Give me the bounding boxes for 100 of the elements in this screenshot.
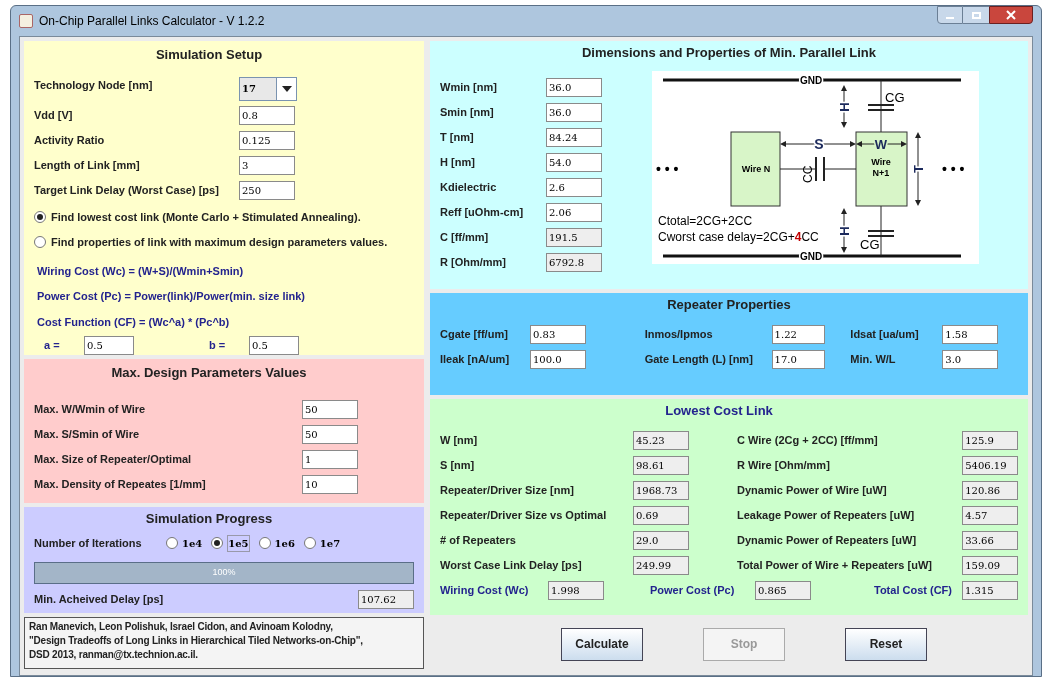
text-field[interactable]: 100.0 bbox=[530, 349, 586, 369]
text-field[interactable]: 1968.73 bbox=[633, 480, 689, 500]
text-field[interactable]: 50 bbox=[302, 424, 358, 444]
text-field[interactable]: 0.69 bbox=[633, 505, 689, 525]
text-field[interactable]: 107.62 bbox=[358, 589, 414, 609]
field-label: Cgate [ff/um] bbox=[440, 326, 509, 342]
text-field[interactable]: 0.83 bbox=[530, 324, 586, 344]
text-field[interactable]: 98.61 bbox=[633, 455, 689, 475]
text-field[interactable]: 36.0 bbox=[546, 77, 602, 97]
field-label: # of Repeaters bbox=[440, 532, 517, 548]
technology-node-dropdown[interactable]: 17 bbox=[239, 76, 297, 101]
radio-button[interactable] bbox=[303, 537, 316, 549]
text-field[interactable]: 33.66 bbox=[962, 530, 1018, 550]
panel-title: Max. Design Parameters Values bbox=[111, 364, 307, 382]
option-label[interactable]: 1e7 bbox=[319, 535, 341, 551]
text-field[interactable]: 3.0 bbox=[942, 349, 999, 369]
option-label[interactable]: 1e5 bbox=[227, 534, 250, 552]
text-field[interactable]: 1 bbox=[302, 449, 358, 469]
field-label: Target Link Delay (Worst Case) [ps] bbox=[34, 182, 220, 198]
field-label: Technology Node [nm] bbox=[34, 77, 154, 93]
field-label: Dynamic Power of Wire [uW] bbox=[737, 482, 888, 498]
text-field[interactable]: 159.09 bbox=[962, 555, 1018, 575]
minimize-button[interactable] bbox=[937, 6, 963, 24]
text-field[interactable]: 249.99 bbox=[633, 555, 689, 575]
text-field[interactable]: 29.0 bbox=[633, 530, 689, 550]
field-label: C Wire (2Cg + 2CC) [ff/mm] bbox=[737, 432, 879, 448]
panel-title: Repeater Properties bbox=[667, 296, 791, 314]
formula-text: Wiring Cost (Wc) = (W+S)/(Wmin+Smin) bbox=[37, 263, 245, 279]
w-label: W bbox=[874, 136, 888, 152]
option-label[interactable]: 1e4 bbox=[182, 535, 203, 551]
field-label: W [nm] bbox=[440, 432, 479, 448]
text-field[interactable]: 50 bbox=[302, 399, 358, 419]
ellipsis-dots: • • • bbox=[656, 160, 679, 177]
text-field[interactable]: 4.57 bbox=[962, 505, 1018, 525]
field-label: Max. Size of Repeater/Optimal bbox=[34, 451, 193, 467]
field-label: Activity Ratio bbox=[34, 132, 106, 148]
radio-button[interactable] bbox=[34, 210, 46, 223]
text-field[interactable]: 191.5 bbox=[546, 227, 602, 247]
text-field[interactable]: 0.5 bbox=[249, 336, 299, 355]
ellipsis-dots: • • • bbox=[942, 160, 965, 177]
text-field[interactable]: 0.5 bbox=[84, 336, 134, 355]
field-label: Min. W/L bbox=[850, 351, 897, 367]
radio-button[interactable] bbox=[34, 236, 46, 249]
text-field[interactable]: 1.998 bbox=[548, 580, 604, 600]
text-field[interactable]: 120.86 bbox=[962, 480, 1018, 500]
text-field[interactable]: 1.22 bbox=[771, 324, 826, 344]
text-field[interactable]: 2.6 bbox=[546, 177, 602, 197]
field-label: Max. Density of Repeates [1/mm] bbox=[34, 476, 207, 492]
radio-button[interactable] bbox=[211, 537, 224, 549]
h-label: H bbox=[837, 225, 852, 236]
panel-title: Lowest Cost Link bbox=[665, 402, 773, 420]
text-field[interactable]: 5406.19 bbox=[962, 455, 1018, 475]
option-label[interactable]: Find properties of link with maximum design parameters values. bbox=[51, 234, 388, 251]
field-label: T [nm] bbox=[440, 129, 475, 145]
radio-button[interactable] bbox=[258, 537, 271, 549]
field-label: Leakage Power of Repeaters [uW] bbox=[737, 507, 916, 523]
close-button[interactable] bbox=[989, 6, 1033, 24]
field-label: Reff [uOhm-cm] bbox=[440, 204, 525, 220]
formula-text: Ctotal=2CG+2CC bbox=[658, 213, 753, 228]
text-field[interactable]: 54.0 bbox=[546, 152, 602, 172]
field-label: R Wire [Ohm/mm] bbox=[737, 457, 831, 473]
text-field[interactable]: 10 bbox=[302, 474, 358, 494]
text-field[interactable]: 45.23 bbox=[633, 430, 689, 450]
option-label[interactable]: 1e6 bbox=[274, 535, 295, 551]
action-button[interactable]: Calculate bbox=[561, 627, 643, 661]
text-field[interactable]: 125.9 bbox=[962, 430, 1018, 450]
formula-text: Cworst case delay=2CG+4CC bbox=[658, 229, 819, 244]
field-label: Wmin [nm] bbox=[440, 79, 498, 95]
h-label: H bbox=[837, 101, 852, 112]
text-field[interactable]: 250 bbox=[239, 180, 295, 200]
text-field[interactable]: 0.865 bbox=[755, 580, 811, 600]
text-field[interactable]: 84.24 bbox=[546, 127, 602, 147]
text-field[interactable]: 1.315 bbox=[962, 580, 1018, 600]
text-field[interactable]: 36.0 bbox=[546, 102, 602, 122]
field-label: Vdd [V] bbox=[34, 107, 74, 123]
field-label: Worst Case Link Delay [ps] bbox=[440, 557, 583, 573]
field-label: H [nm] bbox=[440, 154, 476, 170]
field-label: Kdielectric bbox=[440, 179, 498, 195]
progress-text: 100% bbox=[211, 565, 237, 579]
field-label: Repeater/Driver Size [nm] bbox=[440, 482, 575, 498]
field-label: C [ff/mm] bbox=[440, 229, 490, 245]
field-label: Repeater/Driver Size vs Optimal bbox=[440, 507, 608, 523]
window-title: On-Chip Parallel Links Calculator - V 1.2.2 bbox=[39, 13, 265, 30]
text-field[interactable]: 3 bbox=[239, 155, 295, 175]
field-label: Idsat [ua/um] bbox=[850, 326, 920, 342]
field-label: S [nm] bbox=[440, 457, 476, 473]
text-field[interactable]: 1.58 bbox=[942, 324, 999, 344]
field-label: Inmos/Ipmos bbox=[644, 326, 714, 342]
text-field[interactable]: 0.125 bbox=[239, 130, 295, 150]
gnd-label: GND bbox=[799, 250, 823, 262]
option-label[interactable]: Find lowest cost link (Monte Carlo + Stimulated Annealing). bbox=[51, 208, 361, 225]
text-field[interactable]: 17.0 bbox=[771, 349, 826, 369]
text-field[interactable]: 6792.8 bbox=[546, 252, 602, 272]
action-button[interactable]: Reset bbox=[845, 627, 927, 661]
maximize-button[interactable] bbox=[963, 6, 989, 24]
panel-title: Simulation Progress bbox=[145, 510, 273, 528]
radio-button[interactable] bbox=[166, 537, 178, 549]
text-field[interactable]: 2.06 bbox=[546, 202, 602, 222]
citation-text: Ran Manevich, Leon Polishuk, Israel Cidon, and Avinoam Kolodny, "Design Tradeoffs of Long Links in Hierarchical Tiled Networks-on-Chip", DSD 2013, ranman@tx.technion.ac.il. bbox=[24, 617, 424, 669]
text-field[interactable]: 0.8 bbox=[239, 105, 295, 125]
